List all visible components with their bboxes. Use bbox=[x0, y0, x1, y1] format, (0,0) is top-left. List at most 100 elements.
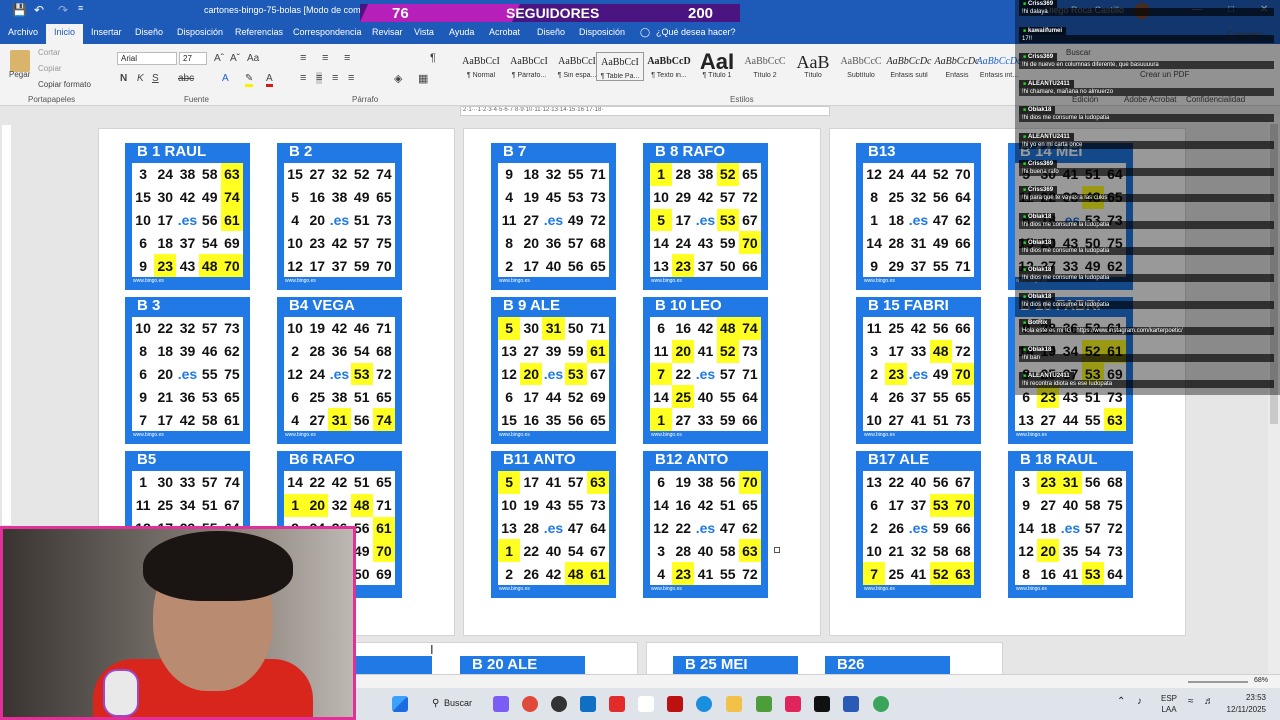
card-cell[interactable]: 9 bbox=[863, 254, 885, 277]
card-cell[interactable]: 6 bbox=[863, 494, 885, 517]
card-cell[interactable]: 57 bbox=[199, 471, 221, 494]
card-cell[interactable]: 72 bbox=[739, 186, 761, 209]
tab-archivo[interactable]: Archivo bbox=[8, 27, 38, 37]
card-cell[interactable]: 63 bbox=[738, 539, 761, 563]
card-cell[interactable]: 71 bbox=[373, 494, 395, 517]
highlight-icon[interactable]: ✎ bbox=[245, 73, 254, 87]
vertical-ruler[interactable] bbox=[2, 125, 11, 525]
card-cell[interactable]: 2 bbox=[498, 562, 520, 585]
card-cell[interactable]: 65 bbox=[373, 471, 395, 494]
card-cell[interactable]: 57 bbox=[1082, 517, 1104, 540]
microphone-icon[interactable]: ♪ bbox=[1137, 696, 1142, 707]
card-cell[interactable]: 6 bbox=[132, 363, 154, 386]
card-cell[interactable]: 4 bbox=[863, 385, 885, 408]
tab-inicio[interactable]: Inicio bbox=[46, 24, 84, 44]
card-cell[interactable]: 72 bbox=[1104, 517, 1126, 540]
card-cell[interactable]: 6 bbox=[284, 385, 306, 408]
card-cell[interactable]: 37 bbox=[694, 254, 716, 277]
card-cell[interactable]: 14 bbox=[863, 231, 885, 254]
card-cell[interactable]: 56 bbox=[199, 209, 221, 232]
card-cell[interactable]: 26 bbox=[885, 385, 907, 408]
card-cell[interactable]: .es bbox=[1059, 517, 1081, 540]
redo-icon[interactable]: ↷ bbox=[58, 3, 68, 17]
card-cell[interactable]: 65 bbox=[952, 385, 974, 408]
card-cell[interactable]: 12 bbox=[1015, 539, 1037, 562]
table-resize-handle[interactable] bbox=[774, 547, 780, 553]
card-cell[interactable]: 65 bbox=[739, 163, 761, 186]
card-cell[interactable]: 42 bbox=[694, 494, 716, 517]
card-cell[interactable]: 18 bbox=[1037, 517, 1059, 540]
card-cell[interactable]: .es bbox=[176, 209, 198, 232]
style-titulo-1[interactable]: AaI ¶ Título 1 bbox=[692, 51, 742, 80]
card-cell[interactable]: 56 bbox=[1082, 471, 1104, 494]
card-cell[interactable]: 1 bbox=[650, 163, 673, 186]
card-cell[interactable]: 41 bbox=[694, 562, 716, 585]
card-cell[interactable]: 44 bbox=[1059, 408, 1081, 431]
card-cell[interactable]: 72 bbox=[373, 363, 395, 386]
card-cell[interactable]: 29 bbox=[885, 254, 907, 277]
card-cell[interactable]: 14 bbox=[650, 231, 672, 254]
card-cell[interactable]: 63 bbox=[220, 163, 243, 186]
card-cell[interactable]: 35 bbox=[542, 408, 564, 431]
card-cell[interactable]: 23 bbox=[672, 254, 695, 277]
card-cell[interactable]: 31 bbox=[907, 231, 929, 254]
card-cell[interactable]: 20 bbox=[520, 231, 542, 254]
card-cell[interactable]: 51 bbox=[199, 494, 221, 517]
card-cell[interactable]: 67 bbox=[221, 494, 243, 517]
card-cell[interactable]: 70 bbox=[373, 254, 395, 277]
card-cell[interactable]: 47 bbox=[930, 209, 952, 232]
card-cell[interactable]: 9 bbox=[498, 163, 520, 186]
card-cell[interactable]: 33 bbox=[907, 340, 929, 363]
card-cell[interactable]: 27 bbox=[520, 209, 542, 232]
card-cell[interactable]: 71 bbox=[952, 254, 974, 277]
cut-button[interactable]: Cortar bbox=[38, 48, 60, 57]
card-cell[interactable]: 27 bbox=[520, 340, 542, 363]
tell-me-search[interactable]: ¿Qué desea hacer? bbox=[656, 27, 736, 37]
card-cell[interactable]: 5 bbox=[650, 208, 673, 232]
card-cell[interactable]: 38 bbox=[328, 385, 350, 408]
card-cell[interactable]: 54 bbox=[1082, 539, 1104, 562]
card-cell[interactable]: .es bbox=[694, 209, 716, 232]
card-cell[interactable]: 2 bbox=[863, 517, 885, 540]
card-cell[interactable]: 10 bbox=[132, 317, 154, 340]
card-cell[interactable]: 18 bbox=[154, 340, 176, 363]
card-cell[interactable]: 54 bbox=[199, 231, 221, 254]
card-cell[interactable]: 42 bbox=[542, 562, 564, 585]
card-cell[interactable]: 42 bbox=[694, 186, 716, 209]
card-cell[interactable]: 12 bbox=[498, 363, 520, 386]
card-cell[interactable]: 41 bbox=[907, 408, 929, 431]
card-cell[interactable]: 21 bbox=[154, 385, 176, 408]
card-cell[interactable]: 52 bbox=[930, 163, 952, 186]
card-cell[interactable]: 17 bbox=[154, 209, 176, 232]
card-cell[interactable]: 36 bbox=[176, 385, 198, 408]
style-table-paragraph[interactable]: AaBbCcI ¶ Table Pa... bbox=[596, 52, 644, 81]
card-cell[interactable]: 26 bbox=[885, 517, 907, 540]
card-cell[interactable]: 65 bbox=[373, 186, 395, 209]
card-cell[interactable]: 74 bbox=[373, 163, 395, 186]
card-cell[interactable]: 54 bbox=[565, 539, 587, 562]
card-cell[interactable]: .es bbox=[542, 363, 564, 386]
card-cell[interactable]: 25 bbox=[154, 494, 176, 517]
card-cell[interactable]: 36 bbox=[542, 231, 564, 254]
card-cell[interactable]: 62 bbox=[952, 209, 974, 232]
card-cell[interactable]: 55 bbox=[717, 562, 739, 585]
card-cell[interactable]: 15 bbox=[132, 186, 154, 209]
card-cell[interactable]: 12 bbox=[863, 163, 885, 186]
card-cell[interactable]: 51 bbox=[717, 494, 739, 517]
card-cell[interactable]: 8 bbox=[1015, 562, 1037, 585]
card-cell[interactable]: .es bbox=[694, 517, 716, 540]
card-cell[interactable]: 52 bbox=[716, 339, 739, 363]
card-cell[interactable]: 22 bbox=[154, 317, 176, 340]
card-cell[interactable]: 56 bbox=[930, 186, 952, 209]
copy-button[interactable]: Copiar bbox=[38, 64, 62, 73]
card-cell[interactable]: 61 bbox=[221, 408, 243, 431]
edge-icon[interactable] bbox=[696, 696, 712, 712]
card-cell[interactable]: 9 bbox=[1015, 494, 1037, 517]
card-cell[interactable]: 53 bbox=[565, 186, 587, 209]
card-cell[interactable]: 6 bbox=[132, 231, 154, 254]
card-cell[interactable]: 42 bbox=[907, 317, 929, 340]
card-cell[interactable]: 71 bbox=[373, 317, 395, 340]
style-subtitulo[interactable]: AaBbCcC Subtítulo bbox=[836, 52, 886, 79]
card-cell[interactable]: 37 bbox=[907, 385, 929, 408]
card-cell[interactable]: 61 bbox=[586, 339, 609, 363]
